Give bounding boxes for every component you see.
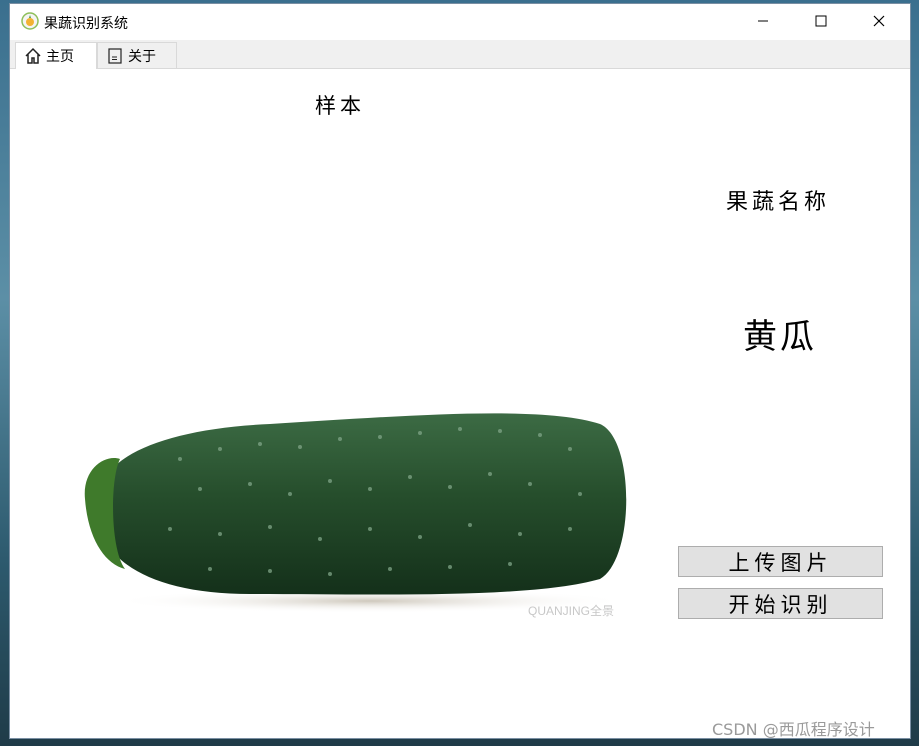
home-icon: [25, 47, 41, 64]
minimize-button[interactable]: [740, 4, 786, 38]
start-recognition-button[interactable]: 开始识别: [678, 588, 883, 619]
minimize-icon: [758, 20, 768, 22]
tab-bar: 主页 关于: [10, 40, 910, 69]
image-watermark: QUANJING全景: [528, 603, 614, 618]
close-button[interactable]: [856, 4, 902, 38]
fruit-name-label: 果蔬名称: [726, 190, 831, 215]
close-icon: [873, 15, 885, 27]
upload-image-button[interactable]: 上传图片: [678, 546, 883, 577]
tab-home[interactable]: 主页: [15, 42, 97, 69]
window-title: 果蔬识别系统: [44, 16, 128, 32]
sample-label: 样本: [315, 94, 365, 118]
app-window: 果蔬识别系统 主页 关于 样本 QUANJING全景 果蔬名称 黄瓜 上传图片 …: [9, 3, 911, 739]
tab-about-label: 关于: [128, 48, 156, 65]
csdn-watermark: CSDN @西瓜程序设计: [712, 720, 875, 739]
title-bar[interactable]: 果蔬识别系统: [10, 4, 910, 40]
recognition-result: 黄瓜: [743, 317, 817, 357]
maximize-icon: [815, 15, 827, 27]
sample-image: QUANJING全景: [84, 413, 630, 618]
maximize-button[interactable]: [798, 4, 844, 38]
app-logo-icon: [21, 12, 39, 30]
tab-home-label: 主页: [46, 49, 74, 65]
document-icon: [108, 47, 122, 64]
tab-about[interactable]: 关于: [97, 42, 177, 68]
